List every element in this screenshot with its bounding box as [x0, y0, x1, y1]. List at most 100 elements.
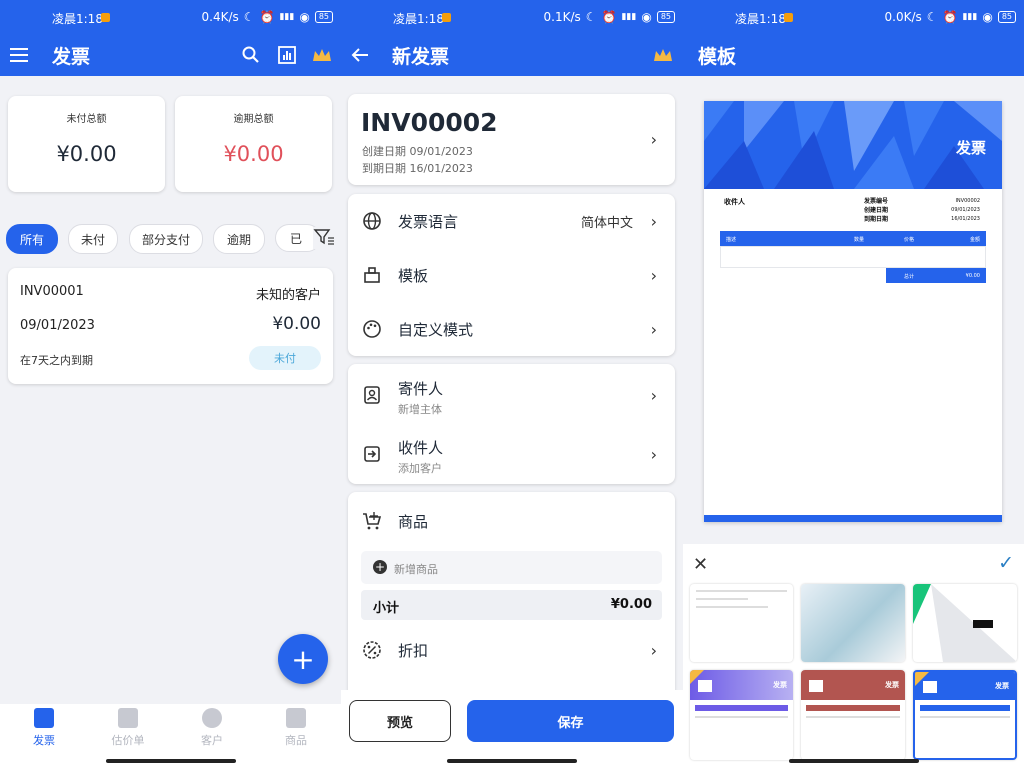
- add-invoice-button[interactable]: +: [278, 634, 328, 684]
- wifi-icon: ◉: [299, 10, 310, 24]
- row-template[interactable]: 模板 ›: [348, 248, 675, 302]
- moon-icon: ☾: [585, 10, 597, 24]
- thumbnail-header: 发票: [915, 672, 1015, 700]
- close-icon[interactable]: ✕: [693, 554, 708, 575]
- product-icon: [286, 708, 306, 728]
- template-label: 模板: [398, 266, 429, 285]
- add-item-button[interactable]: + 新增商品: [361, 551, 662, 584]
- moon-icon: ☾: [926, 10, 938, 24]
- total-value: ¥0.00: [965, 273, 980, 279]
- save-button[interactable]: 保存: [467, 700, 674, 742]
- globe-icon: [363, 212, 381, 230]
- back-arrow-icon[interactable]: [349, 44, 371, 66]
- preview-meta-labels: 发票编号 创建日期 到期日期: [864, 197, 888, 224]
- nav-clients-label: 客户: [201, 734, 223, 747]
- template-screen: 凌晨1:18 0.0K/s ☾ ⏰ ▮▮▮ ◉ 85 模板 发票 收件人 发票编…: [683, 0, 1024, 768]
- nav-estimates[interactable]: 估价单: [93, 708, 163, 748]
- filter-icon[interactable]: [313, 227, 337, 249]
- nav-products[interactable]: 商品: [261, 708, 331, 748]
- wifi-icon: ◉: [641, 10, 652, 24]
- col-quantity: 数量: [854, 237, 865, 243]
- items-card: 商品 + 新增商品 小计 ¥0.00 折扣 ›: [348, 492, 675, 702]
- chevron-right-icon: ›: [650, 444, 657, 464]
- row-sender[interactable]: 寄件人 新增主体 ›: [348, 367, 675, 423]
- thumbnail-shape-graphic: [913, 584, 1017, 662]
- network-speed: 0.0K/s: [884, 10, 922, 24]
- preview-button[interactable]: 预览: [349, 700, 451, 742]
- app-notification-icon: [101, 13, 110, 22]
- settings-card: 发票语言 简体中文 › 模板 › 自定义模式 ›: [348, 194, 675, 356]
- app-notification-icon: [442, 13, 451, 22]
- alarm-icon: ⏰: [942, 10, 958, 24]
- thumbnail-heading: 发票: [995, 682, 1009, 690]
- nav-estimates-label: 估价单: [111, 734, 145, 747]
- template-picker-sheet: ✕ ✓ 发票 发票 发票: [683, 544, 1024, 768]
- template-thumbnail-1[interactable]: [690, 584, 793, 662]
- col-amount: 金额: [969, 237, 980, 243]
- action-bar: 预览 保存: [341, 690, 683, 768]
- invoice-list-item[interactable]: INV00001 未知的客户 09/01/2023 ¥0.00 在7天之内到期 …: [8, 268, 333, 384]
- template-thumbnail-3[interactable]: [913, 584, 1017, 662]
- status-time: 凌晨1:18: [735, 12, 786, 26]
- nav-clients[interactable]: 客户: [177, 708, 247, 748]
- estimate-icon: [118, 708, 138, 728]
- filter-unpaid[interactable]: 未付: [68, 224, 118, 254]
- bottom-nav: 发票 估价单 客户 商品: [0, 704, 341, 768]
- row-discount[interactable]: 折扣 ›: [348, 623, 675, 677]
- row-recipient[interactable]: 收件人 添加客户 ›: [348, 426, 675, 482]
- row-invoice-language[interactable]: 发票语言 简体中文 ›: [348, 194, 675, 248]
- custom-mode-label: 自定义模式: [398, 320, 474, 339]
- thumbnail-heading: 发票: [885, 681, 899, 689]
- unpaid-total-label: 未付总额: [66, 114, 107, 125]
- overdue-total-label: 逾期总额: [233, 114, 274, 125]
- filter-partial[interactable]: 部分支付: [129, 224, 203, 254]
- subtotal-value: ¥0.00: [610, 597, 652, 612]
- sender-contact-icon: [364, 386, 380, 404]
- unpaid-total-card: 未付总额 ¥0.00: [8, 96, 165, 192]
- preview-table-header: 描述 数量 价格 金额: [720, 231, 986, 246]
- meta-value: INV00002: [955, 198, 980, 204]
- created-date: 创建日期 09/01/2023: [362, 145, 473, 158]
- nav-products-label: 商品: [285, 734, 307, 747]
- network-speed: 0.1K/s: [543, 10, 581, 24]
- battery-icon: 85: [656, 11, 675, 23]
- template-thumbnail-6-selected[interactable]: 发票: [913, 670, 1017, 760]
- chevron-right-icon: ›: [650, 385, 657, 405]
- recipient-label: 收件人: [398, 439, 444, 457]
- preview-header-pattern: 发票: [704, 101, 1002, 189]
- template-thumbnail-4[interactable]: 发票: [690, 670, 793, 760]
- meta-value: 16/01/2023: [951, 216, 980, 222]
- row-custom-mode[interactable]: 自定义模式 ›: [348, 302, 675, 356]
- thumbnail-header: 发票: [690, 670, 793, 700]
- add-item-label: 新增商品: [394, 563, 438, 576]
- template-thumbnail-5[interactable]: 发票: [801, 670, 905, 760]
- chevron-right-icon: ›: [650, 130, 657, 149]
- status-time: 凌晨1:18: [52, 12, 103, 26]
- invoice-number: INV00001: [20, 284, 84, 299]
- menu-icon[interactable]: [8, 44, 30, 66]
- status-bar: 凌晨1:18 0.4K/s ☾ ⏰ ▮▮▮ ◉ 85: [0, 0, 341, 36]
- premium-crown-icon[interactable]: [311, 44, 333, 66]
- preview-table-row: [720, 246, 986, 268]
- home-indicator: [105, 759, 236, 763]
- battery-icon: 85: [997, 11, 1016, 23]
- status-badge: 未付: [249, 346, 321, 370]
- col-description: 描述: [726, 237, 737, 243]
- confirm-check-icon[interactable]: ✓: [998, 552, 1014, 574]
- invoice-header-card[interactable]: INV00002 创建日期 09/01/2023 到期日期 16/01/2023…: [348, 94, 675, 185]
- premium-crown-icon[interactable]: [652, 44, 674, 66]
- wifi-icon: ◉: [982, 10, 993, 24]
- overdue-total-card: 逾期总额 ¥0.00: [175, 96, 332, 192]
- signal-icon: ▮▮▮: [962, 12, 978, 22]
- discount-label: 折扣: [398, 641, 429, 660]
- status-right: 0.4K/s ☾ ⏰ ▮▮▮ ◉ 85: [202, 10, 333, 24]
- report-icon[interactable]: [276, 44, 298, 66]
- template-thumbnail-2[interactable]: [801, 584, 905, 662]
- search-icon[interactable]: [240, 44, 262, 66]
- logo-placeholder: [923, 681, 937, 693]
- nav-invoices[interactable]: 发票: [9, 708, 79, 748]
- preview-total: 总计 ¥0.00: [886, 268, 986, 283]
- filter-all[interactable]: 所有: [6, 224, 58, 254]
- filter-overdue[interactable]: 逾期: [213, 224, 265, 254]
- recipient-login-icon: [364, 446, 380, 462]
